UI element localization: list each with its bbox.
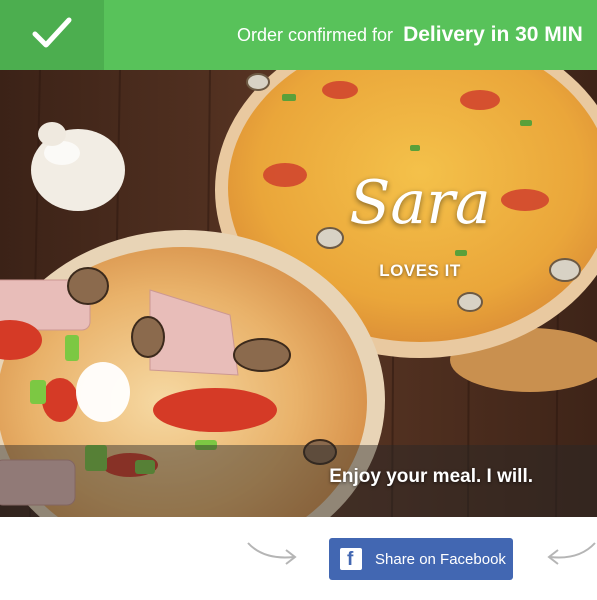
confirmation-check-box: [0, 0, 104, 70]
customer-name: Sara: [349, 168, 491, 238]
share-on-facebook-button[interactable]: f Share on Facebook: [329, 538, 513, 580]
curved-arrow-left-icon: [547, 542, 596, 565]
share-section: f Share on Facebook: [0, 517, 597, 600]
confirmation-message: Order confirmed for Delivery in 30 MIN: [237, 0, 583, 70]
checkmark-icon: [32, 17, 72, 48]
enjoy-meal-caption: Enjoy your meal. I will.: [329, 466, 533, 487]
delivery-time: Delivery in 30 MIN: [403, 23, 583, 46]
order-confirmation-banner: Order confirmed for Delivery in 30 MIN: [0, 0, 597, 70]
loves-it-tagline: LOVES IT: [379, 261, 461, 280]
pizza-hero-image: Sara LOVES IT Enjoy your meal. I will.: [0, 70, 597, 517]
confirmation-prefix: Order confirmed for: [237, 24, 394, 45]
share-button-label: Share on Facebook: [375, 550, 506, 568]
facebook-icon: f: [340, 548, 362, 570]
curved-arrow-right-icon: [247, 542, 297, 565]
